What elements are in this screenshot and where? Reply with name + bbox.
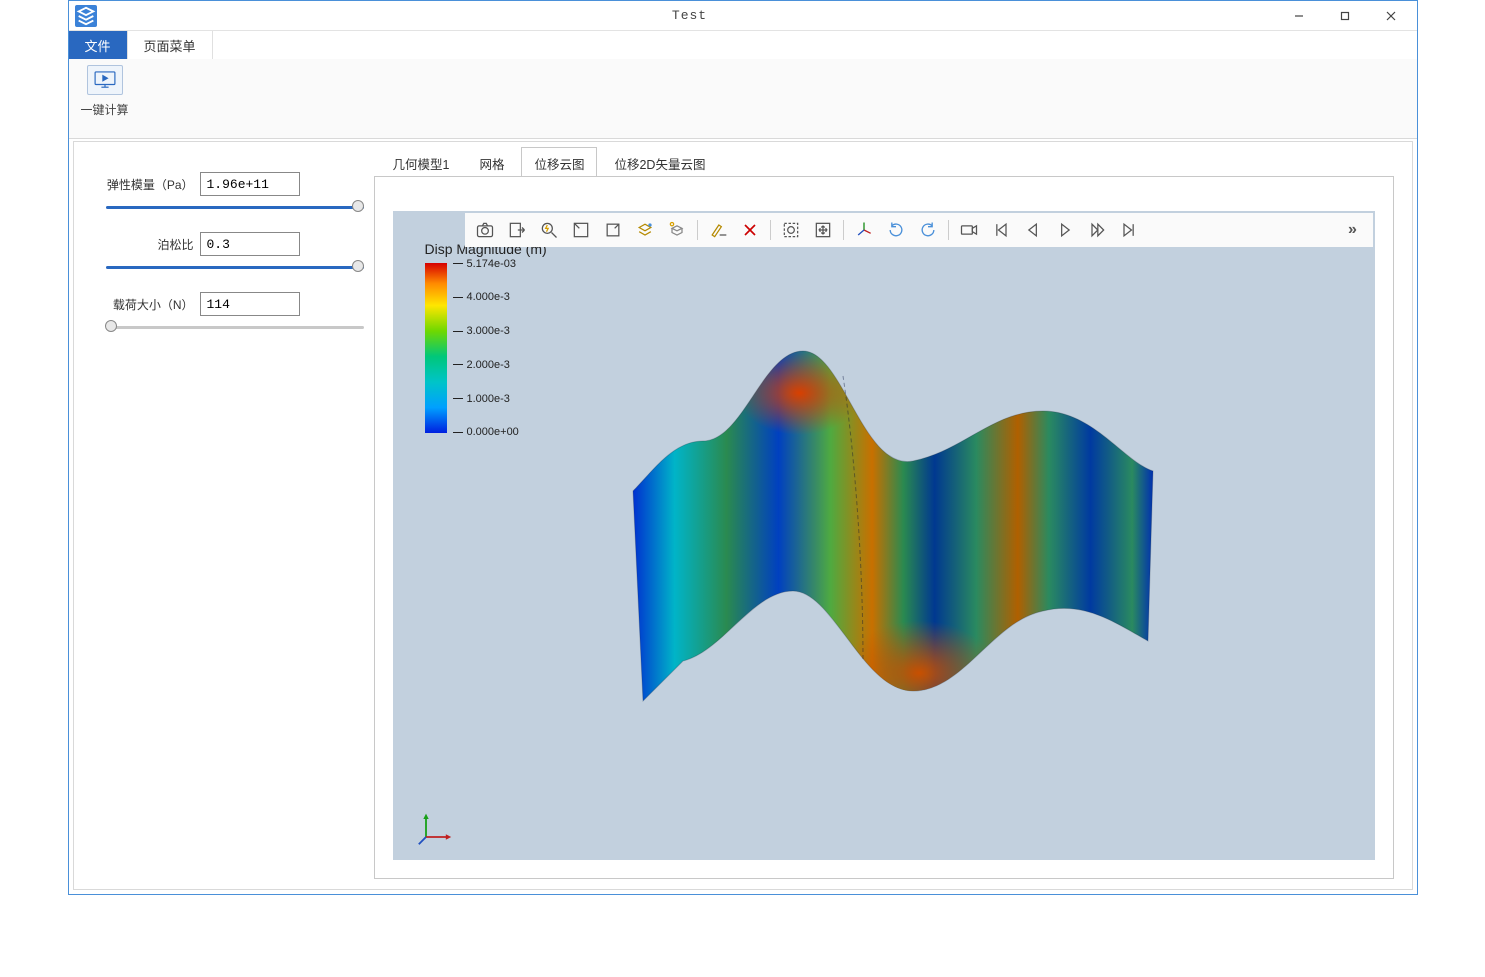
- legend-tick-4: 1.000e-3: [467, 393, 510, 405]
- load-input[interactable]: [200, 292, 300, 316]
- legend-tick-3: 2.000e-3: [467, 359, 510, 371]
- clear-x-icon[interactable]: [736, 216, 764, 244]
- workspace: 弹性模量（Pa） 泊松比 载荷大小（N）: [73, 141, 1413, 890]
- zoom-flash-icon[interactable]: [535, 216, 563, 244]
- legend-tick-0: 5.174e-03: [467, 258, 517, 270]
- param-elastic-modulus: 弹性模量（Pa）: [94, 172, 364, 196]
- play-monitor-icon: [87, 65, 123, 95]
- ribbon: 一键计算: [69, 59, 1417, 139]
- elastic-modulus-input[interactable]: [200, 172, 300, 196]
- toolbar-overflow-button[interactable]: »: [1339, 216, 1367, 244]
- orientation-triad-icon: [417, 810, 453, 846]
- cube-light-icon[interactable]: [663, 216, 691, 244]
- box-edit-icon[interactable]: [599, 216, 627, 244]
- viz-canvas-wrap: » Disp Magnitude (m) 5.174e-03 4.000e-3 …: [374, 176, 1394, 879]
- close-button[interactable]: [1369, 3, 1413, 29]
- load-slider[interactable]: [106, 320, 364, 334]
- poisson-ratio-input[interactable]: [200, 232, 300, 256]
- legend-tick-1: 4.000e-3: [467, 291, 510, 303]
- camera-icon[interactable]: [471, 216, 499, 244]
- rotate-ccw-icon[interactable]: [914, 216, 942, 244]
- titlebar: Test: [69, 1, 1417, 31]
- export-icon[interactable]: [503, 216, 531, 244]
- viz-tab-disp-2d-vector[interactable]: 位移2D矢量云图: [601, 147, 718, 177]
- skip-end-icon[interactable]: [1115, 216, 1143, 244]
- step-fwd-icon[interactable]: [1083, 216, 1111, 244]
- app-window: Test 文件 页面菜单 一键计算: [68, 0, 1418, 895]
- skip-start-icon[interactable]: [987, 216, 1015, 244]
- legend-ticks: 5.174e-03 4.000e-3 3.000e-3 2.000e-3 1.0…: [453, 263, 519, 433]
- window-title: Test: [103, 8, 1277, 23]
- param-poisson-ratio: 泊松比: [94, 232, 364, 256]
- app-icon: [75, 5, 97, 27]
- elastic-modulus-label: 弹性模量（Pa）: [94, 176, 194, 193]
- axes-xyz-icon[interactable]: [850, 216, 878, 244]
- poisson-ratio-slider[interactable]: [106, 260, 364, 274]
- param-load: 载荷大小（N）: [94, 292, 364, 316]
- colorbar-legend: Disp Magnitude (m) 5.174e-03 4.000e-3 3.…: [425, 241, 547, 433]
- poisson-ratio-label: 泊松比: [94, 236, 194, 253]
- rotate-cw-icon[interactable]: [882, 216, 910, 244]
- legend-tick-2: 3.000e-3: [467, 325, 510, 337]
- viz-tab-geometry[interactable]: 几何模型1: [380, 147, 463, 177]
- viz-tab-mesh[interactable]: 网格: [466, 147, 517, 177]
- video-camera-icon[interactable]: [955, 216, 983, 244]
- minimize-button[interactable]: [1277, 3, 1321, 29]
- legend-tick-5: 0.000e+00: [467, 426, 519, 438]
- ribbon-compute-label: 一键计算: [77, 101, 133, 118]
- viz-canvas[interactable]: Disp Magnitude (m) 5.174e-03 4.000e-3 3.…: [393, 211, 1375, 860]
- select-rect-icon[interactable]: [567, 216, 595, 244]
- menu-tab-file[interactable]: 文件: [69, 31, 128, 59]
- viz-tab-disp-contour[interactable]: 位移云图: [521, 147, 597, 177]
- zoom-marquee-icon[interactable]: [777, 216, 805, 244]
- contour-surface: [613, 321, 1173, 721]
- pan-icon[interactable]: [809, 216, 837, 244]
- viz-area: 几何模型1 网格 位移云图 位移2D矢量云图: [374, 142, 1412, 889]
- cube-layers-icon[interactable]: [631, 216, 659, 244]
- viz-toolbar: »: [465, 213, 1373, 247]
- menu-tab-page[interactable]: 页面菜单: [128, 31, 213, 59]
- load-label: 载荷大小（N）: [94, 296, 194, 313]
- menubar: 文件 页面菜单: [69, 31, 1417, 59]
- maximize-button[interactable]: [1323, 3, 1367, 29]
- brush-ruler-icon[interactable]: [704, 216, 732, 244]
- play-icon[interactable]: [1051, 216, 1079, 244]
- viz-tabs: 几何模型1 网格 位移云图 位移2D矢量云图: [374, 142, 1394, 176]
- step-back-icon[interactable]: [1019, 216, 1047, 244]
- elastic-modulus-slider[interactable]: [106, 200, 364, 214]
- ribbon-compute-group[interactable]: 一键计算: [77, 65, 133, 118]
- window-controls: [1277, 3, 1417, 29]
- colorbar: [425, 263, 447, 433]
- parameter-panel: 弹性模量（Pa） 泊松比 载荷大小（N）: [74, 142, 374, 889]
